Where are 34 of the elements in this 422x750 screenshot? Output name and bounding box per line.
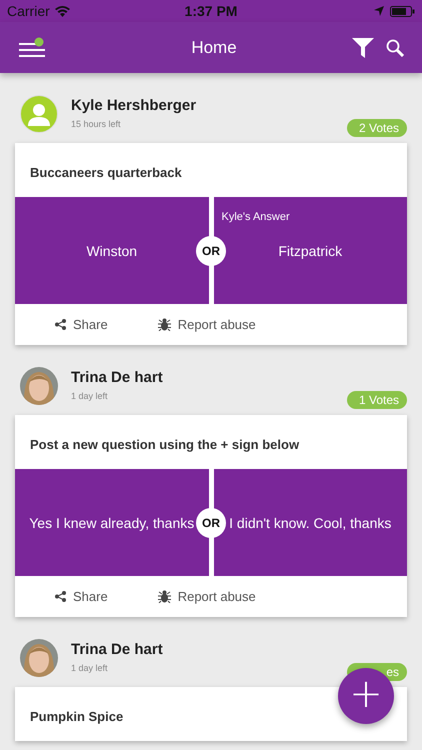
author-name: Kyle Hershberger: [71, 97, 198, 114]
filter-button[interactable]: [352, 38, 374, 58]
time-left: 1 day left: [71, 391, 109, 401]
wifi-icon: [54, 6, 70, 16]
option-label: Yes I knew already, thanks: [29, 514, 194, 530]
answer-note: Kyle's Answer: [222, 211, 290, 223]
share-icon: [55, 591, 66, 602]
bug-icon: [158, 318, 171, 331]
option-label: I didn't know. Cool, thanks: [229, 514, 392, 530]
report-button[interactable]: Report abuse: [158, 317, 256, 332]
carrier-name: Carrier: [7, 3, 50, 19]
search-button[interactable]: [386, 38, 404, 56]
question-text: Pumpkin Spice: [30, 709, 124, 724]
share-button[interactable]: Share: [55, 317, 108, 332]
battery-icon: [390, 6, 416, 16]
author-name: Trina De hart: [71, 641, 164, 658]
time-left: 15 hours left: [71, 119, 122, 129]
bug-icon: [158, 590, 171, 603]
avatar-icon: [20, 95, 58, 133]
share-icon: [55, 319, 66, 330]
time-left: 1 day left: [71, 663, 109, 673]
votes-badge: 2 Votes: [347, 119, 407, 137]
option-label: Fitzpatrick: [278, 242, 342, 258]
question-text: Buccaneers quarterback: [30, 165, 182, 180]
clock-time: 1:37 PM: [184, 3, 238, 19]
author-name: Trina De hart: [71, 369, 164, 386]
votes-badge: 1 Votes: [347, 391, 407, 409]
report-button[interactable]: Report abuse: [158, 589, 256, 604]
screen-title: Home: [190, 38, 238, 58]
option-label: Winston: [86, 242, 138, 258]
question-text: Post a new question using the + sign below: [30, 437, 300, 452]
location-icon: [374, 6, 384, 16]
menu-button[interactable]: [18, 36, 46, 58]
share-button[interactable]: Share: [55, 589, 108, 604]
